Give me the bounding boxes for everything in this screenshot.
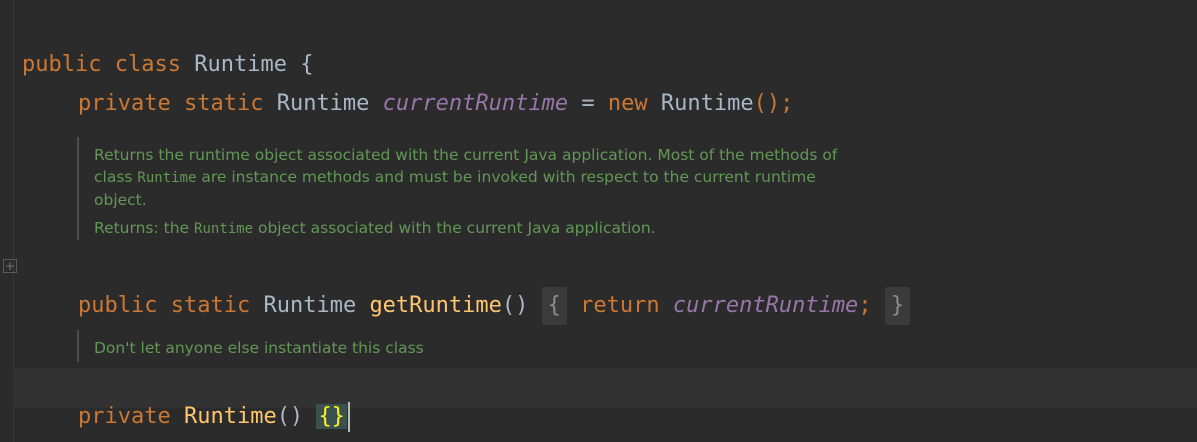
doc-text: class xyxy=(94,168,138,186)
code-line-get-runtime[interactable]: public static Runtime getRuntime() { ret… xyxy=(78,249,911,325)
doc-text: are instance methods and must be invoked… xyxy=(196,168,816,186)
field-name: currentRuntime xyxy=(672,293,859,318)
keyword: return xyxy=(580,293,660,318)
keyword: public xyxy=(78,293,158,318)
rendered-doc-comment: Don't let anyone else instantiate this c… xyxy=(77,330,854,362)
doc-text: object associated with the current Java … xyxy=(253,219,656,237)
constructor-call: Runtime xyxy=(660,91,754,116)
doc-line: object. xyxy=(94,191,147,209)
type-name: Runtime xyxy=(263,293,357,318)
text-caret xyxy=(347,402,350,432)
call-tail: (); xyxy=(753,91,794,116)
folded-brace-close[interactable]: } xyxy=(884,287,911,325)
doc-line: class Runtime are instance methods and m… xyxy=(94,166,854,189)
doc-line: Returns the runtime object associated wi… xyxy=(94,146,838,164)
keyword: private xyxy=(78,404,171,429)
parens: () xyxy=(501,293,529,318)
field-name: currentRuntime xyxy=(382,91,569,116)
folded-brace-open[interactable]: { xyxy=(541,287,567,325)
keyword: new xyxy=(607,91,648,116)
doc-line: Don't let anyone else instantiate this c… xyxy=(94,339,424,357)
code-line-constructor[interactable]: private Runtime() {} xyxy=(78,374,350,432)
type-name: Runtime xyxy=(276,91,370,116)
matched-braces: {} xyxy=(316,404,347,429)
fold-expand-icon[interactable]: + xyxy=(3,259,17,273)
method-name: getRuntime xyxy=(369,293,502,318)
keyword: static xyxy=(183,91,264,116)
code-line-field-decl[interactable]: private static Runtime currentRuntime = … xyxy=(78,62,793,118)
doc-code: Runtime xyxy=(194,221,254,237)
keyword: private xyxy=(78,91,171,116)
doc-code: Runtime xyxy=(137,170,197,186)
constructor-name: Runtime xyxy=(183,404,277,429)
parens: () xyxy=(276,404,304,429)
semicolon: ; xyxy=(858,293,872,318)
operator: = xyxy=(581,91,595,116)
doc-text: Returns: the xyxy=(94,219,195,237)
rendered-doc-comment: Returns the runtime object associated wi… xyxy=(77,137,854,240)
doc-returns: Returns: the Runtime object associated w… xyxy=(94,217,854,240)
keyword: static xyxy=(170,293,251,318)
